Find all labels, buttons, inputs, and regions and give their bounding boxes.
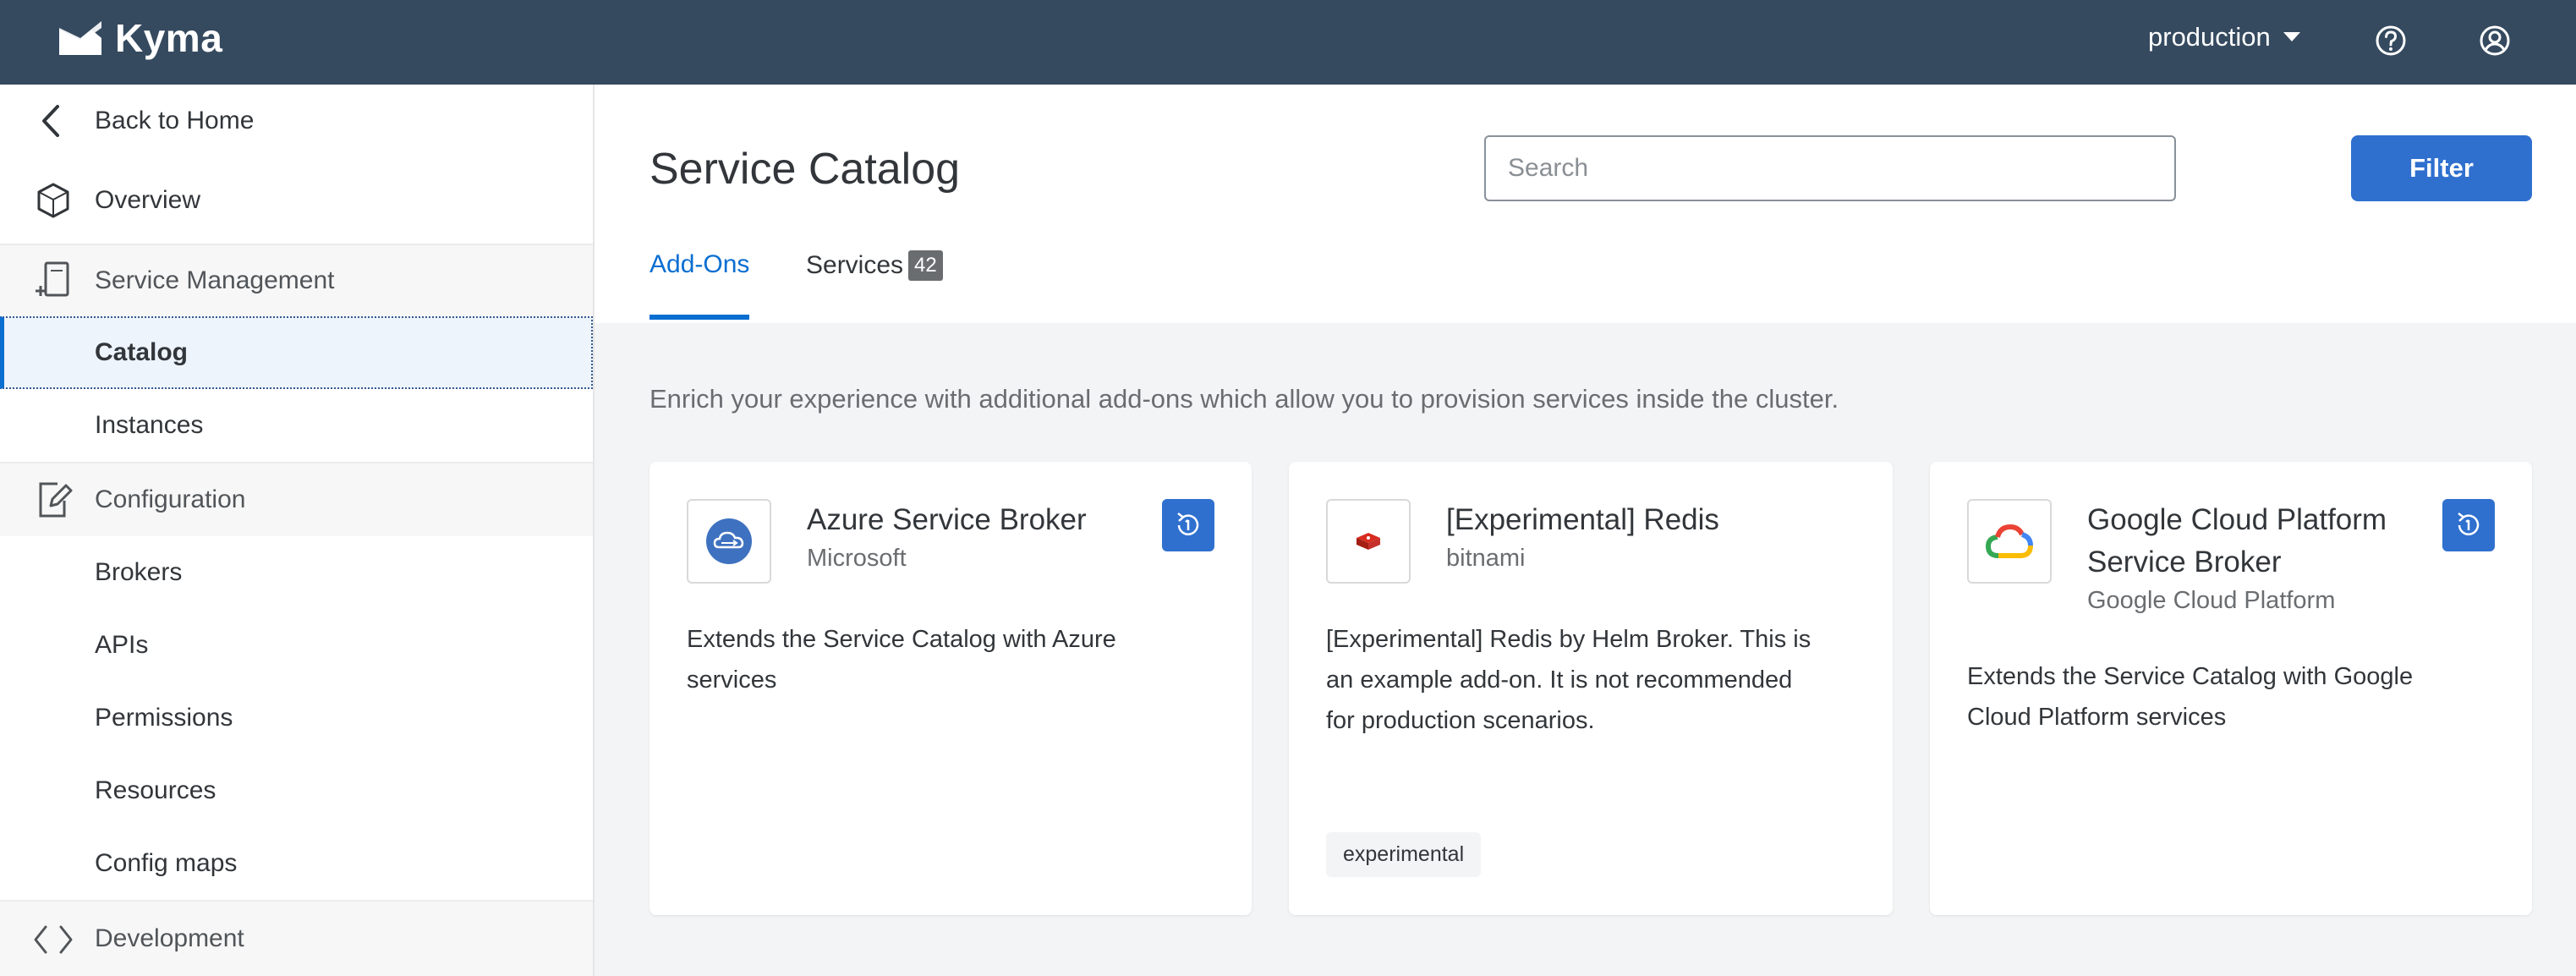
sidebar-back-home[interactable]: Back to Home [0, 85, 593, 157]
sidebar-item-label: Brokers [95, 558, 183, 586]
tab-add-ons[interactable]: Add-Ons [649, 250, 749, 279]
sidebar-item-label: Config maps [95, 849, 238, 877]
azure-cloud-icon [706, 518, 752, 564]
card-description-line: for production scenarios. [1326, 707, 1595, 734]
user-icon[interactable] [2478, 24, 2512, 58]
tab-services[interactable]: Services 42 [806, 250, 943, 281]
card-logo [1326, 499, 1411, 584]
card-description: [Experimental] Redis by Helm Broker. Thi… [1326, 619, 1811, 741]
sidebar-item-label: Back to Home [95, 107, 255, 134]
addon-card-redis[interactable]: [Experimental] Redis bitnami [Experiment… [1289, 462, 1893, 915]
services-count-badge: 42 [908, 250, 943, 281]
card-instances-button[interactable] [2442, 499, 2495, 551]
card-description-line: Cloud Platform services [1967, 704, 2227, 731]
card-description-line: Extends the Service Catalog with Azure [687, 626, 1116, 653]
card-provider: bitnami [1446, 545, 1526, 572]
sidebar-item-catalog[interactable]: Catalog [0, 316, 593, 389]
card-title: Azure Service Broker [807, 499, 1087, 541]
filter-button[interactable]: Filter [2351, 135, 2532, 201]
namespace-selector[interactable]: production [2148, 22, 2301, 52]
search-input[interactable] [1484, 135, 2176, 201]
sidebar-category-service-management[interactable]: Service Management [0, 244, 593, 316]
namespace-label: production [2148, 22, 2271, 52]
sidebar-item-instances[interactable]: Instances [0, 389, 593, 462]
sidebar-item-label: APIs [95, 631, 149, 659]
sidebar-item-permissions[interactable]: Permissions [0, 682, 593, 754]
card-description-line: Extends the Service Catalog with Google [1967, 663, 2414, 690]
card-description-line: [Experimental] Redis by Helm Broker. Thi… [1326, 626, 1811, 653]
kyma-logo-icon [59, 21, 101, 55]
tab-label: Services [806, 251, 904, 279]
card-logo [1967, 499, 2052, 584]
card-description-line: an example add-on. It is not recommended [1326, 666, 1793, 694]
card-title-line: Service Broker [2087, 546, 2282, 578]
sidebar-item-label: Permissions [95, 704, 233, 732]
sidebar-item-brokers[interactable]: Brokers [0, 536, 593, 609]
code-icon [34, 925, 73, 954]
sidebar-item-resources[interactable]: Resources [0, 754, 593, 827]
chevron-down-icon [2283, 32, 2300, 41]
sidebar-category-configuration[interactable]: Configuration [0, 462, 593, 536]
sidebar-item-apis[interactable]: APIs [0, 609, 593, 682]
service-management-icon [36, 261, 69, 297]
shell-bar: Kyma production [0, 0, 2576, 85]
brand[interactable]: Kyma [56, 15, 222, 61]
addon-card-azure[interactable]: Azure Service Broker Microsoft Extends t… [649, 462, 1252, 915]
card-description: Extends the Service Catalog with Azure s… [687, 619, 1116, 700]
sidebar-item-label: Overview [95, 186, 201, 214]
sidebar-item-overview[interactable]: Overview [0, 157, 593, 244]
card-provider: Google Cloud Platform [2087, 587, 2336, 614]
card-title: [Experimental] Redis [1446, 499, 1719, 541]
card-provider: Microsoft [807, 545, 907, 572]
tab-label: Add-Ons [649, 250, 750, 278]
instance-icon [2458, 513, 2480, 535]
card-instances-button[interactable] [1162, 499, 1214, 551]
help-icon[interactable] [2374, 24, 2408, 58]
google-cloud-icon [1985, 524, 2033, 558]
card-title-line: [Experimental] Redis [1446, 503, 1719, 536]
cube-icon [37, 183, 69, 218]
intro-text: Enrich your experience with additional a… [649, 384, 1839, 414]
card-title: Google Cloud Platform Service Broker [2087, 499, 2387, 584]
page-title: Service Catalog [649, 145, 961, 194]
redis-icon [1345, 518, 1392, 565]
card-description: Extends the Service Catalog with Google … [1967, 656, 2413, 737]
card-title-line: Google Cloud Platform [2087, 503, 2387, 536]
brand-name: Kyma [115, 16, 223, 60]
sidebar-item-label: Configuration [95, 485, 246, 513]
sidebar-item-label: Resources [95, 776, 216, 804]
card-title-line: Azure Service Broker [807, 503, 1087, 536]
sidebar-item-label: Service Management [95, 266, 335, 294]
card-logo [687, 499, 771, 584]
card-tag[interactable]: experimental [1326, 832, 1482, 877]
instance-icon [1177, 513, 1199, 535]
sidebar-item-label: Development [95, 924, 244, 952]
sidebar: Back to Home Overview Service Management… [0, 85, 595, 976]
sidebar-item-label: Instances [95, 411, 204, 439]
card-description-line: services [687, 666, 777, 694]
sidebar-item-config-maps[interactable]: Config maps [0, 827, 593, 900]
edit-document-icon [39, 482, 73, 518]
sidebar-item-label: Catalog [95, 338, 189, 366]
active-tab-indicator [649, 315, 749, 320]
addon-card-google-cloud[interactable]: Google Cloud Platform Service Broker Goo… [1930, 462, 2532, 915]
chevron-left-icon [42, 105, 59, 137]
sidebar-category-development[interactable]: Development [0, 900, 593, 976]
page-header: Service Catalog Filter Add-Ons Services … [595, 85, 2576, 323]
